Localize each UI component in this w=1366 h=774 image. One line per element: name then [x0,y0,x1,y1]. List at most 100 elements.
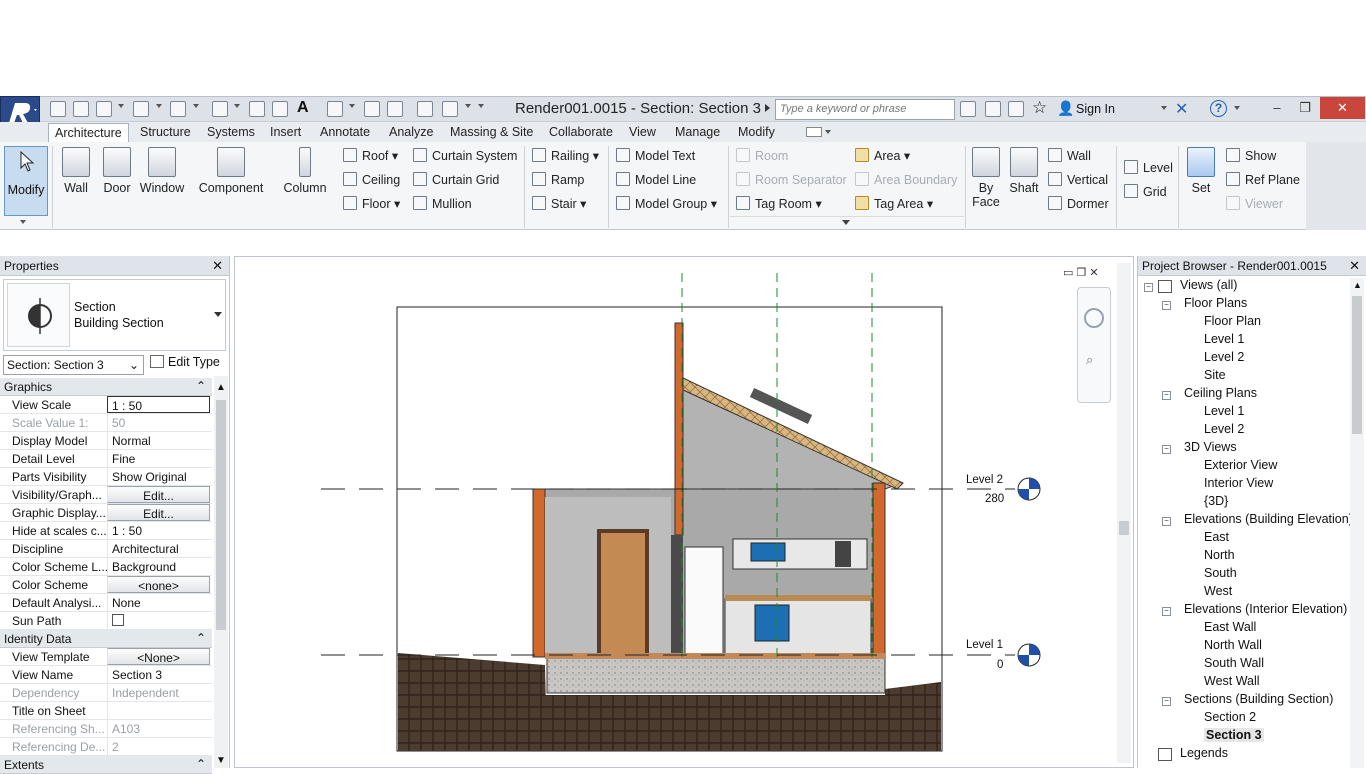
select-dropdown-icon[interactable] [20,220,26,224]
prop-value[interactable]: 1 : 50 [107,522,210,539]
scroll-up-icon[interactable]: ▲ [216,382,226,393]
close-button[interactable]: ✕ [1320,97,1365,119]
save-icon[interactable] [73,101,89,117]
scroll-down-icon[interactable]: ▼ [216,755,226,766]
redo-dropdown-icon[interactable] [193,104,199,108]
browser-node-level-1[interactable]: Level 1 [1204,332,1244,346]
tag-room-button[interactable]: Tag Room ▾ [736,196,822,216]
browser-node-exterior-view[interactable]: Exterior View [1204,458,1277,472]
browser-node-ceiling-plans[interactable]: Ceiling Plans [1184,386,1257,400]
component-button[interactable]: Component [196,145,266,195]
canvas-scrollbar[interactable] [1117,263,1131,763]
tree-collapse-toggle[interactable]: − [1162,391,1171,400]
by-face-button[interactable]: By Face [970,145,1002,209]
text-tool-icon[interactable]: A [297,99,309,117]
exchange-apps-icon[interactable]: ✕ [1175,99,1188,119]
tree-collapse-toggle[interactable]: − [1162,517,1171,526]
browser-node-3d[interactable]: {3D} [1204,494,1228,508]
browser-node-elevations-interior-elevation[interactable]: Elevations (Interior Elevation) [1184,602,1347,616]
browser-node-west-wall[interactable]: West Wall [1204,674,1260,688]
thin-lines-icon[interactable] [387,101,403,117]
type-dropdown-icon[interactable] [214,312,222,317]
prop-value[interactable]: Fine [107,450,210,467]
shaft-button[interactable]: Shaft [1006,145,1042,195]
view-scale-input[interactable]: 1 : 50 [107,396,210,413]
browser-node-elevations-building-elevation[interactable]: Elevations (Building Elevation) [1184,512,1353,526]
open-icon[interactable] [50,101,66,117]
room-button[interactable]: Room [736,148,788,168]
sun-path-checkbox[interactable] [112,614,124,626]
browser-node-interior-view[interactable]: Interior View [1204,476,1273,490]
tab-annotate[interactable]: Annotate [314,123,376,142]
prop-value[interactable] [107,702,210,719]
ramp-button[interactable]: Ramp [532,172,584,192]
tree-collapse-toggle[interactable]: − [1162,697,1171,706]
browser-node-floor-plan[interactable]: Floor Plan [1204,314,1261,328]
collapse-icon[interactable]: ⌃ [196,631,206,645]
switch-windows-dropdown-icon[interactable] [465,104,471,108]
measure-icon[interactable] [212,101,228,117]
ceiling-button[interactable]: Ceiling [343,172,400,192]
prop-value[interactable]: Section 3 [107,666,210,683]
room-separator-button[interactable]: Room Separator [736,172,847,192]
curtain-system-button[interactable]: Curtain System [413,148,517,168]
collapse-icon[interactable]: ⌃ [196,379,206,393]
viewer-button[interactable]: Viewer [1226,196,1283,216]
tab-structure[interactable]: Structure [134,123,197,142]
prop-value[interactable]: Normal [107,432,210,449]
ribbon-minimize-dropdown-icon[interactable] [825,130,831,134]
tab-analyze[interactable]: Analyze [383,123,439,142]
scroll-up-icon[interactable]: ▲ [1353,280,1362,290]
tab-systems[interactable]: Systems [201,123,261,142]
ref-plane-button[interactable]: Ref Plane [1226,172,1300,192]
collapse-icon[interactable]: ⌃ [196,757,206,771]
switch-windows-icon[interactable] [442,101,458,117]
tab-view[interactable]: View [623,123,662,142]
3d-view-icon[interactable] [327,101,343,117]
level-button[interactable]: Level [1124,160,1173,180]
close-hidden-windows-icon[interactable] [417,101,433,117]
group-extents[interactable]: Extents ⌃ [0,756,212,774]
prop-value[interactable]: Background [107,558,210,575]
browser-node-west[interactable]: West [1204,584,1232,598]
steering-wheel-icon[interactable] [1084,308,1104,328]
redo-icon[interactable] [170,101,186,117]
tag-area-button[interactable]: Tag Area ▾ [855,196,933,216]
mullion-button[interactable]: Mullion [413,196,472,216]
group-identity-data[interactable]: Identity Data ⌃ [0,630,212,648]
area-button[interactable]: Area ▾ [855,148,910,168]
panel-expand-icon[interactable] [842,220,850,225]
column-button[interactable]: Column [282,145,328,195]
browser-node-north-wall[interactable]: North Wall [1204,638,1262,652]
browser-node-views-all[interactable]: Views (all) [1180,278,1237,292]
customize-qat-icon[interactable] [478,104,484,108]
properties-scrollbar[interactable]: ▲ ▼ [214,376,228,768]
area-boundary-button[interactable]: Area Boundary [855,172,957,192]
browser-node-site[interactable]: Site [1204,368,1226,382]
curtain-grid-button[interactable]: Curtain Grid [413,172,499,192]
floor-button[interactable]: Floor ▾ [343,196,400,216]
tab-manage[interactable]: Manage [669,123,726,142]
prop-value[interactable]: Architectural [107,540,210,557]
tab-collaborate[interactable]: Collaborate [543,123,619,142]
binoculars-icon[interactable] [960,101,976,117]
browser-node-level-1[interactable]: Level 1 [1204,404,1244,418]
restore-button[interactable]: ❐ [1290,97,1320,119]
roof-button[interactable]: Roof ▾ [343,148,398,168]
model-group-button[interactable]: Model Group ▾ [616,196,717,216]
help-dropdown-icon[interactable] [1234,106,1240,110]
wall-opening-button[interactable]: Wall [1048,148,1091,168]
model-line-button[interactable]: Model Line [616,172,696,192]
show-work-plane-button[interactable]: Show [1226,148,1276,168]
browser-node-floor-plans[interactable]: Floor Plans [1184,296,1247,310]
properties-scroll-thumb[interactable] [216,400,226,630]
tree-collapse-toggle[interactable]: − [1162,445,1171,454]
browser-scrollbar[interactable]: ▲ [1350,278,1364,768]
color-scheme-button[interactable]: <none> [107,576,210,593]
undo-dropdown-icon[interactable] [156,104,162,108]
tree-collapse-toggle[interactable]: − [1162,301,1171,310]
canvas-scroll-thumb[interactable] [1119,521,1129,535]
help-icon[interactable]: ? [1210,100,1227,117]
favorites-star-icon[interactable]: ☆ [1032,98,1047,118]
railing-button[interactable]: Railing ▾ [532,148,599,168]
